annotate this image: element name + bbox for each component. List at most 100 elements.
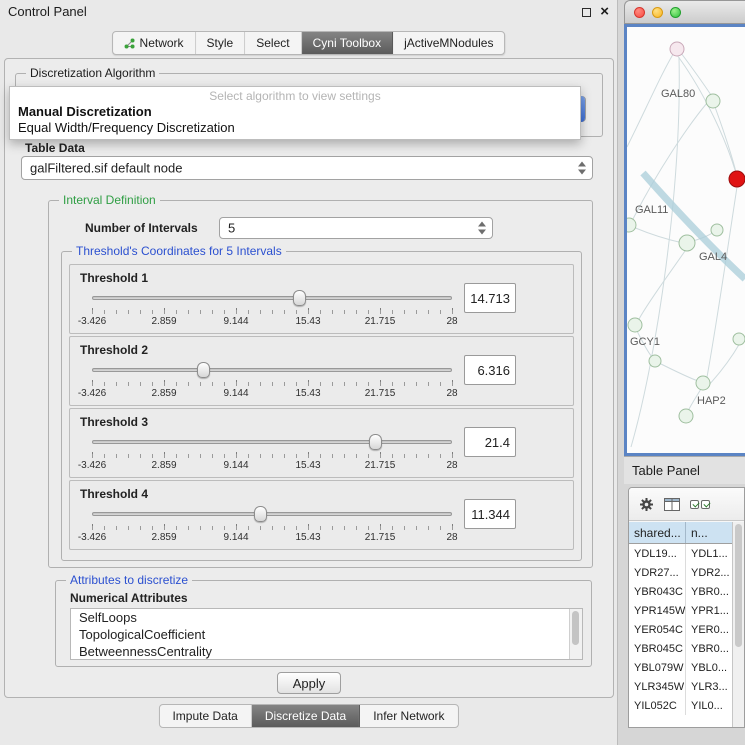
table-row[interactable]: YBR045CYBR0...: [629, 639, 732, 658]
float-window-icon[interactable]: [582, 8, 591, 17]
tab-network[interactable]: Network: [113, 32, 196, 54]
dropdown-option-manual-discretization[interactable]: Manual Discretization: [10, 104, 580, 120]
cell[interactable]: YDL1...: [686, 544, 732, 563]
tab-select[interactable]: Select: [245, 32, 301, 54]
table-vertical-scrollbar[interactable]: [732, 522, 744, 727]
slider-thumb[interactable]: [197, 362, 210, 378]
threshold-4-label: Threshold 4: [80, 487, 148, 501]
network-view-window: GAL80 GAL11 GAL4 GCY1 HAP2: [624, 0, 745, 456]
network-node[interactable]: [627, 218, 636, 232]
table-data-combobox[interactable]: galFiltered.sif default node: [21, 156, 593, 180]
table-row[interactable]: YDL19...YDL1...: [629, 544, 732, 563]
minimize-traffic-light[interactable]: [652, 7, 663, 18]
cell[interactable]: YBR045C: [629, 639, 686, 658]
scrollbar-thumb[interactable]: [735, 524, 742, 647]
cell[interactable]: YBR0...: [686, 639, 732, 658]
zoom-traffic-light[interactable]: [670, 7, 681, 18]
column-header-shared-name[interactable]: shared...: [629, 522, 686, 543]
close-traffic-light[interactable]: [634, 7, 645, 18]
table-row[interactable]: YLR345WYLR3...: [629, 677, 732, 696]
number-of-intervals-combobox[interactable]: 5: [219, 217, 493, 239]
table-row[interactable]: YDR27...YDR2...: [629, 563, 732, 582]
table-row[interactable]: YER054CYER0...: [629, 620, 732, 639]
network-node[interactable]: [733, 333, 745, 345]
network-node[interactable]: [706, 94, 720, 108]
dropdown-option-equal-width-frequency[interactable]: Equal Width/Frequency Discretization: [10, 120, 580, 136]
apply-button[interactable]: Apply: [277, 672, 341, 694]
selected-red-node[interactable]: [729, 171, 745, 187]
slider-track[interactable]: [92, 368, 452, 372]
tab-infer-network[interactable]: Infer Network: [360, 705, 457, 727]
column-header-name[interactable]: n...: [686, 522, 732, 543]
cell[interactable]: YDR27...: [629, 563, 686, 582]
slider-thumb[interactable]: [254, 506, 267, 522]
node-label-gal11: GAL11: [635, 204, 668, 216]
cell[interactable]: YBR043C: [629, 582, 686, 601]
tab-style[interactable]: Style: [196, 32, 246, 54]
cell[interactable]: YPR145W: [629, 601, 686, 620]
cell[interactable]: YBL079W: [629, 658, 686, 677]
network-node[interactable]: [649, 355, 661, 367]
network-node[interactable]: [679, 409, 693, 423]
table-row[interactable]: YBR043CYBR0...: [629, 582, 732, 601]
table-row[interactable]: YPR145WYPR1...: [629, 601, 732, 620]
control-panel-tab-bar: Network Style Select Cyni Toolbox jActiv…: [112, 31, 506, 55]
list-item[interactable]: BetweennessCentrality: [71, 643, 582, 660]
tab-jactivemnodules[interactable]: jActiveMNodules: [393, 32, 504, 54]
select-columns-icon[interactable]: [690, 500, 710, 509]
gear-icon[interactable]: [639, 497, 654, 512]
tab-style-label: Style: [207, 36, 234, 50]
cell[interactable]: YLR345W: [629, 677, 686, 696]
threshold-3-value-field[interactable]: 21.4: [464, 427, 516, 457]
tab-discretize-data[interactable]: Discretize Data: [252, 705, 360, 727]
up-down-arrows-icon: [478, 222, 487, 235]
node-label-gcy1: GCY1: [630, 336, 660, 348]
slider-thumb[interactable]: [293, 290, 306, 306]
tab-jactivemnodules-label: jActiveMNodules: [404, 36, 493, 50]
network-node[interactable]: [679, 235, 695, 251]
slider-track[interactable]: [92, 512, 452, 516]
cell[interactable]: YER054C: [629, 620, 686, 639]
threshold-1-slider[interactable]: [92, 291, 452, 305]
cell[interactable]: YDL19...: [629, 544, 686, 563]
network-node[interactable]: [711, 224, 723, 236]
threshold-4-slider[interactable]: [92, 507, 452, 521]
threshold-3-slider[interactable]: [92, 435, 452, 449]
close-icon[interactable]: ×: [600, 4, 609, 20]
tab-impute-data[interactable]: Impute Data: [159, 705, 251, 727]
slider-thumb[interactable]: [369, 434, 382, 450]
cell[interactable]: YBR0...: [686, 582, 732, 601]
axis-label: 2.859: [151, 532, 176, 543]
network-canvas[interactable]: GAL80 GAL11 GAL4 GCY1 HAP2: [627, 27, 745, 453]
network-node[interactable]: [696, 376, 710, 390]
cell[interactable]: YPR1...: [686, 601, 732, 620]
scrollbar-thumb[interactable]: [572, 611, 579, 645]
table-row[interactable]: YBL079WYBL0...: [629, 658, 732, 677]
cell[interactable]: YBL0...: [686, 658, 732, 677]
cell[interactable]: YER0...: [686, 620, 732, 639]
list-item[interactable]: SelfLoops: [71, 609, 582, 626]
threshold-2-slider[interactable]: [92, 363, 452, 377]
threshold-2-label: Threshold 2: [80, 343, 148, 357]
attributes-list-scrollbar[interactable]: [569, 609, 582, 659]
threshold-2-value-field[interactable]: 6.316: [464, 355, 516, 385]
tab-cyni-toolbox[interactable]: Cyni Toolbox: [302, 32, 393, 54]
threshold-4-value-field[interactable]: 11.344: [464, 499, 516, 529]
table-row[interactable]: YIL052CYIL0...: [629, 696, 732, 715]
network-node[interactable]: [670, 42, 684, 56]
cell[interactable]: YLR3...: [686, 677, 732, 696]
numerical-attributes-list: SelfLoops TopologicalCoefficient Between…: [70, 608, 583, 660]
cell[interactable]: YIL0...: [686, 696, 732, 715]
cell[interactable]: YDR2...: [686, 563, 732, 582]
slider-axis-labels: -3.426 2.859 9.144 15.43 21.715 28: [92, 388, 452, 400]
threshold-1-value-field[interactable]: 14.713: [464, 283, 516, 313]
slider-track[interactable]: [92, 296, 452, 300]
list-item[interactable]: TopologicalCoefficient: [71, 626, 582, 643]
network-window-titlebar[interactable]: [624, 0, 745, 24]
slider-track[interactable]: [92, 440, 452, 444]
table-columns-icon[interactable]: [664, 498, 680, 511]
network-node[interactable]: [628, 318, 642, 332]
cell[interactable]: YIL052C: [629, 696, 686, 715]
axis-label: 28: [446, 388, 457, 399]
axis-label: -3.426: [78, 316, 106, 327]
